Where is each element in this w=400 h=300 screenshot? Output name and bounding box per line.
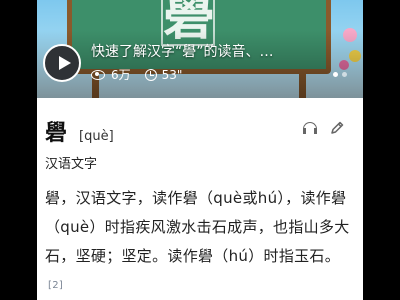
eye-icon (91, 69, 105, 80)
description-text: 礐，汉语文字，读作礐（què或hú），读作礐（què）时指疾风激水击石成声，也指… (45, 189, 350, 265)
video-banner[interactable]: 礐 快速了解汉字“礐”的读音、… 6万 53" (37, 0, 363, 98)
carousel-dot (342, 72, 347, 77)
app-screen: 礐 快速了解汉字“礐”的读音、… 6万 53" 礐 [què] 汉语文字 礐，汉… (37, 0, 363, 300)
entry-character: 礐 (45, 121, 68, 146)
category-label: 汉语文字 (45, 157, 98, 172)
carousel-dot (333, 72, 338, 77)
pencil-icon[interactable] (329, 120, 345, 136)
entry-pinyin: [què] (79, 129, 114, 144)
video-title[interactable]: 快速了解汉字“礐”的读音、… (91, 41, 274, 61)
clock-icon (144, 68, 157, 81)
view-count: 6万 (111, 68, 131, 82)
carousel-dots (333, 72, 347, 77)
headphones-icon[interactable] (303, 122, 317, 134)
play-icon[interactable] (43, 44, 81, 82)
reference-link[interactable]: [2] (48, 280, 63, 291)
video-duration: 53" (161, 67, 183, 82)
entry-description: 礐，汉语文字，读作礐（què或hú），读作礐（què）时指疾风激水击石成声，也指… (45, 184, 357, 300)
entry-header: 礐 [què] (45, 115, 114, 147)
video-stats: 6万 53" (91, 66, 182, 83)
